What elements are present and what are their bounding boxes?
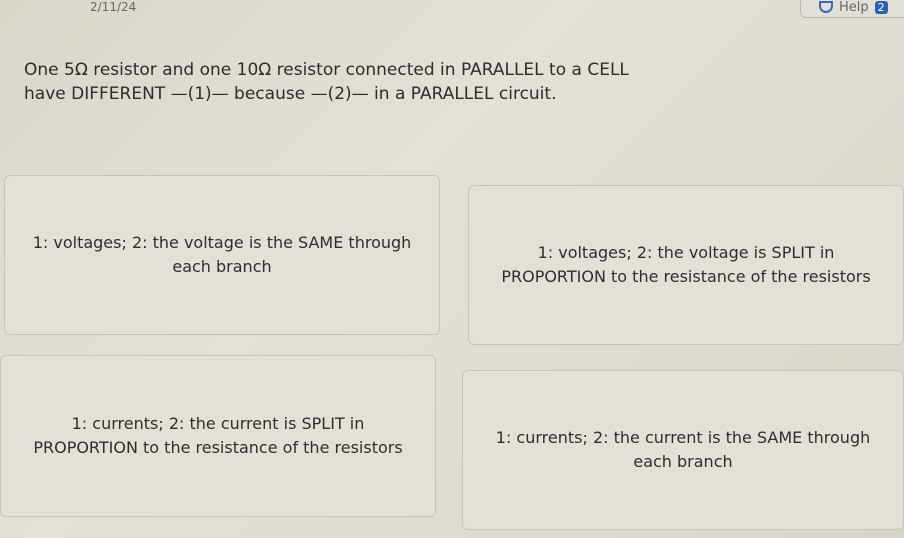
option-label: 1: currents; 2: the current is the SAME … [495, 428, 871, 471]
help-badge: 2 [874, 0, 888, 14]
option-label: 1: voltages; 2: the voltage is the SAME … [32, 233, 412, 276]
help-button[interactable]: Help 2 [800, 0, 904, 18]
shield-icon [819, 1, 833, 13]
option-label: 1: voltages; 2: the voltage is SPLIT in … [501, 243, 871, 286]
answer-option-1[interactable]: 1: voltages; 2: the voltage is the SAME … [4, 175, 440, 335]
question-text: One 5Ω resistor and one 10Ω resistor con… [24, 60, 629, 104]
answer-option-3[interactable]: 1: currents; 2: the current is SPLIT in … [0, 355, 436, 517]
answer-option-2[interactable]: 1: voltages; 2: the voltage is SPLIT in … [468, 185, 904, 345]
date-text: 2/11/24 [90, 0, 137, 14]
option-label: 1: currents; 2: the current is SPLIT in … [33, 414, 403, 457]
help-label: Help [839, 0, 869, 15]
answer-option-4[interactable]: 1: currents; 2: the current is the SAME … [462, 370, 904, 530]
